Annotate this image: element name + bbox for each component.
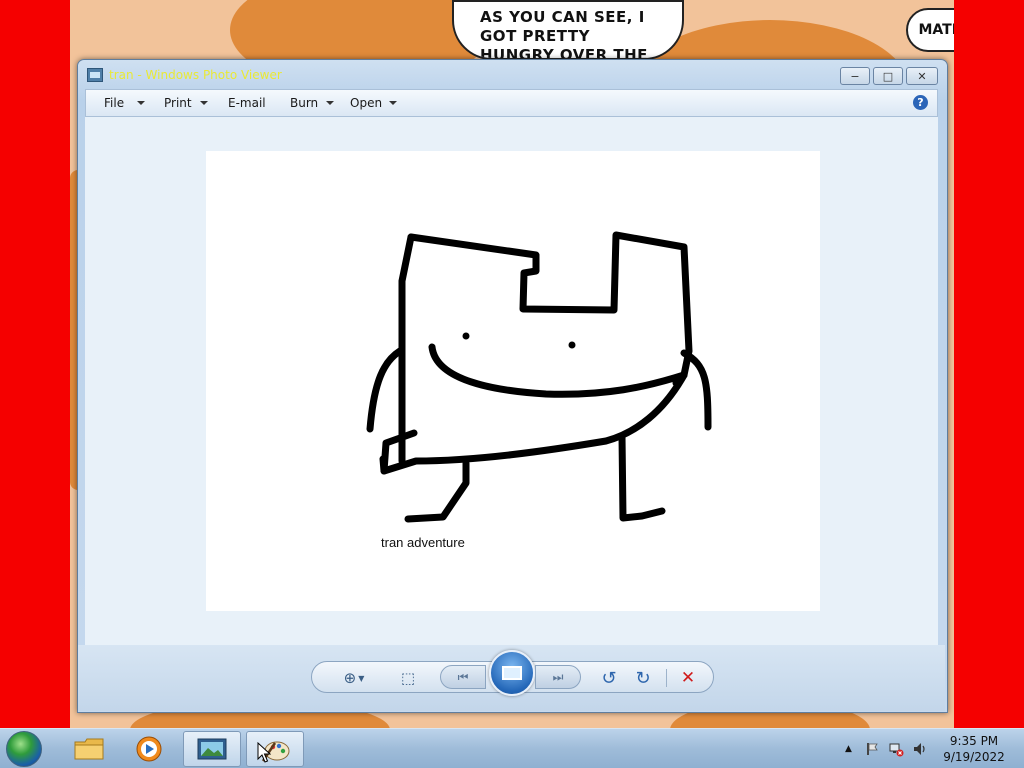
menu-open-label: Open: [350, 96, 383, 110]
show-hidden-icons-icon[interactable]: ▲: [845, 744, 852, 754]
chevron-down-icon[interactable]: [137, 101, 145, 105]
volume-icon[interactable]: [912, 741, 928, 757]
menu-email-label: E-mail: [228, 96, 266, 110]
minimize-icon: −: [850, 69, 860, 83]
menu-file[interactable]: File: [104, 96, 124, 110]
rotate-clockwise-button[interactable]: ↻: [632, 667, 654, 689]
character-smile: [428, 343, 688, 398]
menu-print-label: Print: [164, 96, 192, 110]
slideshow-icon: [502, 666, 522, 680]
zoom-button[interactable]: ⊕ ▼: [338, 669, 370, 687]
character-left-arm: [366, 347, 404, 433]
character-body-left-edge: [398, 233, 415, 465]
menu-file-label: File: [104, 96, 125, 110]
menu-burn[interactable]: Burn: [290, 96, 318, 110]
image-caption: tran adventure: [381, 535, 465, 550]
close-button[interactable]: ✕: [906, 67, 938, 85]
drawing: [366, 231, 712, 523]
character-right-leg: [618, 432, 666, 522]
taskbar-photo-viewer-button[interactable]: [183, 731, 241, 767]
menu-bar: File Print E-mail Burn Open ?: [85, 89, 938, 117]
help-glyph: ?: [917, 96, 924, 109]
notification-area: ▲: [845, 729, 928, 768]
taskbar-paint-button[interactable]: [246, 731, 304, 767]
actual-size-button[interactable]: ⬚: [396, 669, 420, 687]
folder-icon: [74, 738, 104, 760]
desktop: AS YOU CAN SEE, I GOT PRETTY HUNGRY OVER…: [0, 0, 1024, 768]
menu-email[interactable]: E-mail: [228, 96, 266, 110]
rotate-cw-icon: ↻: [635, 667, 651, 689]
image-viewport[interactable]: tran adventure: [85, 117, 938, 645]
speech-bubble-text: AS YOU CAN SEE, I GOT PRETTY HUNGRY OVER…: [480, 8, 648, 60]
slideshow-button[interactable]: [489, 650, 535, 696]
menu-open[interactable]: Open: [350, 96, 382, 110]
thought-bubble-text: MATHS...: [918, 22, 955, 38]
chevron-down-icon[interactable]: [389, 101, 397, 105]
previous-button[interactable]: ⏮: [440, 665, 486, 689]
menu-burn-label: Burn: [290, 96, 319, 110]
taskbar-explorer-button[interactable]: [60, 731, 118, 767]
next-button[interactable]: ⏭: [535, 665, 581, 689]
taskbar-media-player-button[interactable]: [120, 731, 178, 767]
photo-viewer-icon: [87, 68, 103, 82]
clock-date: 9/19/2022: [943, 750, 1005, 764]
maximize-button[interactable]: □: [873, 67, 903, 85]
title-bar[interactable]: tran - Windows Photo Viewer − □ ✕: [78, 60, 947, 90]
clock-time: 9:35 PM: [949, 734, 999, 748]
rotate-counterclockwise-button[interactable]: ↺: [598, 667, 620, 689]
menu-print[interactable]: Print: [164, 96, 192, 110]
help-icon[interactable]: ?: [913, 95, 928, 110]
window-title: tran - Windows Photo Viewer: [109, 68, 282, 82]
action-center-flag-icon[interactable]: [864, 741, 880, 757]
delete-button[interactable]: ✕: [677, 668, 699, 688]
rotate-ccw-icon: ↺: [601, 667, 617, 689]
taskbar: ▲ 9:35 PM 9/19/2022: [0, 728, 1024, 768]
next-icon: ⏭: [552, 669, 564, 684]
actual-size-icon: ⬚: [400, 669, 416, 687]
media-player-icon: [136, 736, 162, 762]
photo-viewer-window: tran - Windows Photo Viewer − □ ✕ File P…: [77, 59, 948, 713]
zoom-icon: ⊕: [343, 669, 357, 687]
character-left-leg: [404, 459, 470, 523]
displayed-image: tran adventure: [206, 151, 820, 611]
speech-bubble: AS YOU CAN SEE, I GOT PRETTY HUNGRY OVER…: [452, 0, 684, 60]
maximize-icon: □: [882, 69, 894, 83]
close-icon: ✕: [917, 69, 927, 83]
character-left-eye: [462, 332, 470, 340]
delete-icon: ✕: [680, 668, 696, 688]
photo-viewer-icon: [197, 738, 227, 760]
character-right-eye: [568, 341, 576, 349]
network-icon[interactable]: [888, 741, 904, 757]
start-button[interactable]: [6, 731, 42, 767]
toolbar-separator: [666, 669, 667, 687]
character-head-outline: [407, 231, 693, 387]
thought-bubble: MATHS...: [906, 8, 954, 52]
chevron-down-icon[interactable]: [200, 101, 208, 105]
mouse-cursor-icon: [257, 742, 271, 763]
chevron-down-icon[interactable]: [326, 101, 334, 105]
taskbar-clock[interactable]: 9:35 PM 9/19/2022: [938, 733, 1010, 765]
previous-icon: ⏮: [457, 669, 469, 684]
control-bar: ⊕ ▼ ⬚ ⏮ ⏭ ↺ ↻ ✕: [78, 645, 945, 711]
chevron-down-icon: ▼: [358, 673, 365, 683]
minimize-button[interactable]: −: [840, 67, 870, 85]
